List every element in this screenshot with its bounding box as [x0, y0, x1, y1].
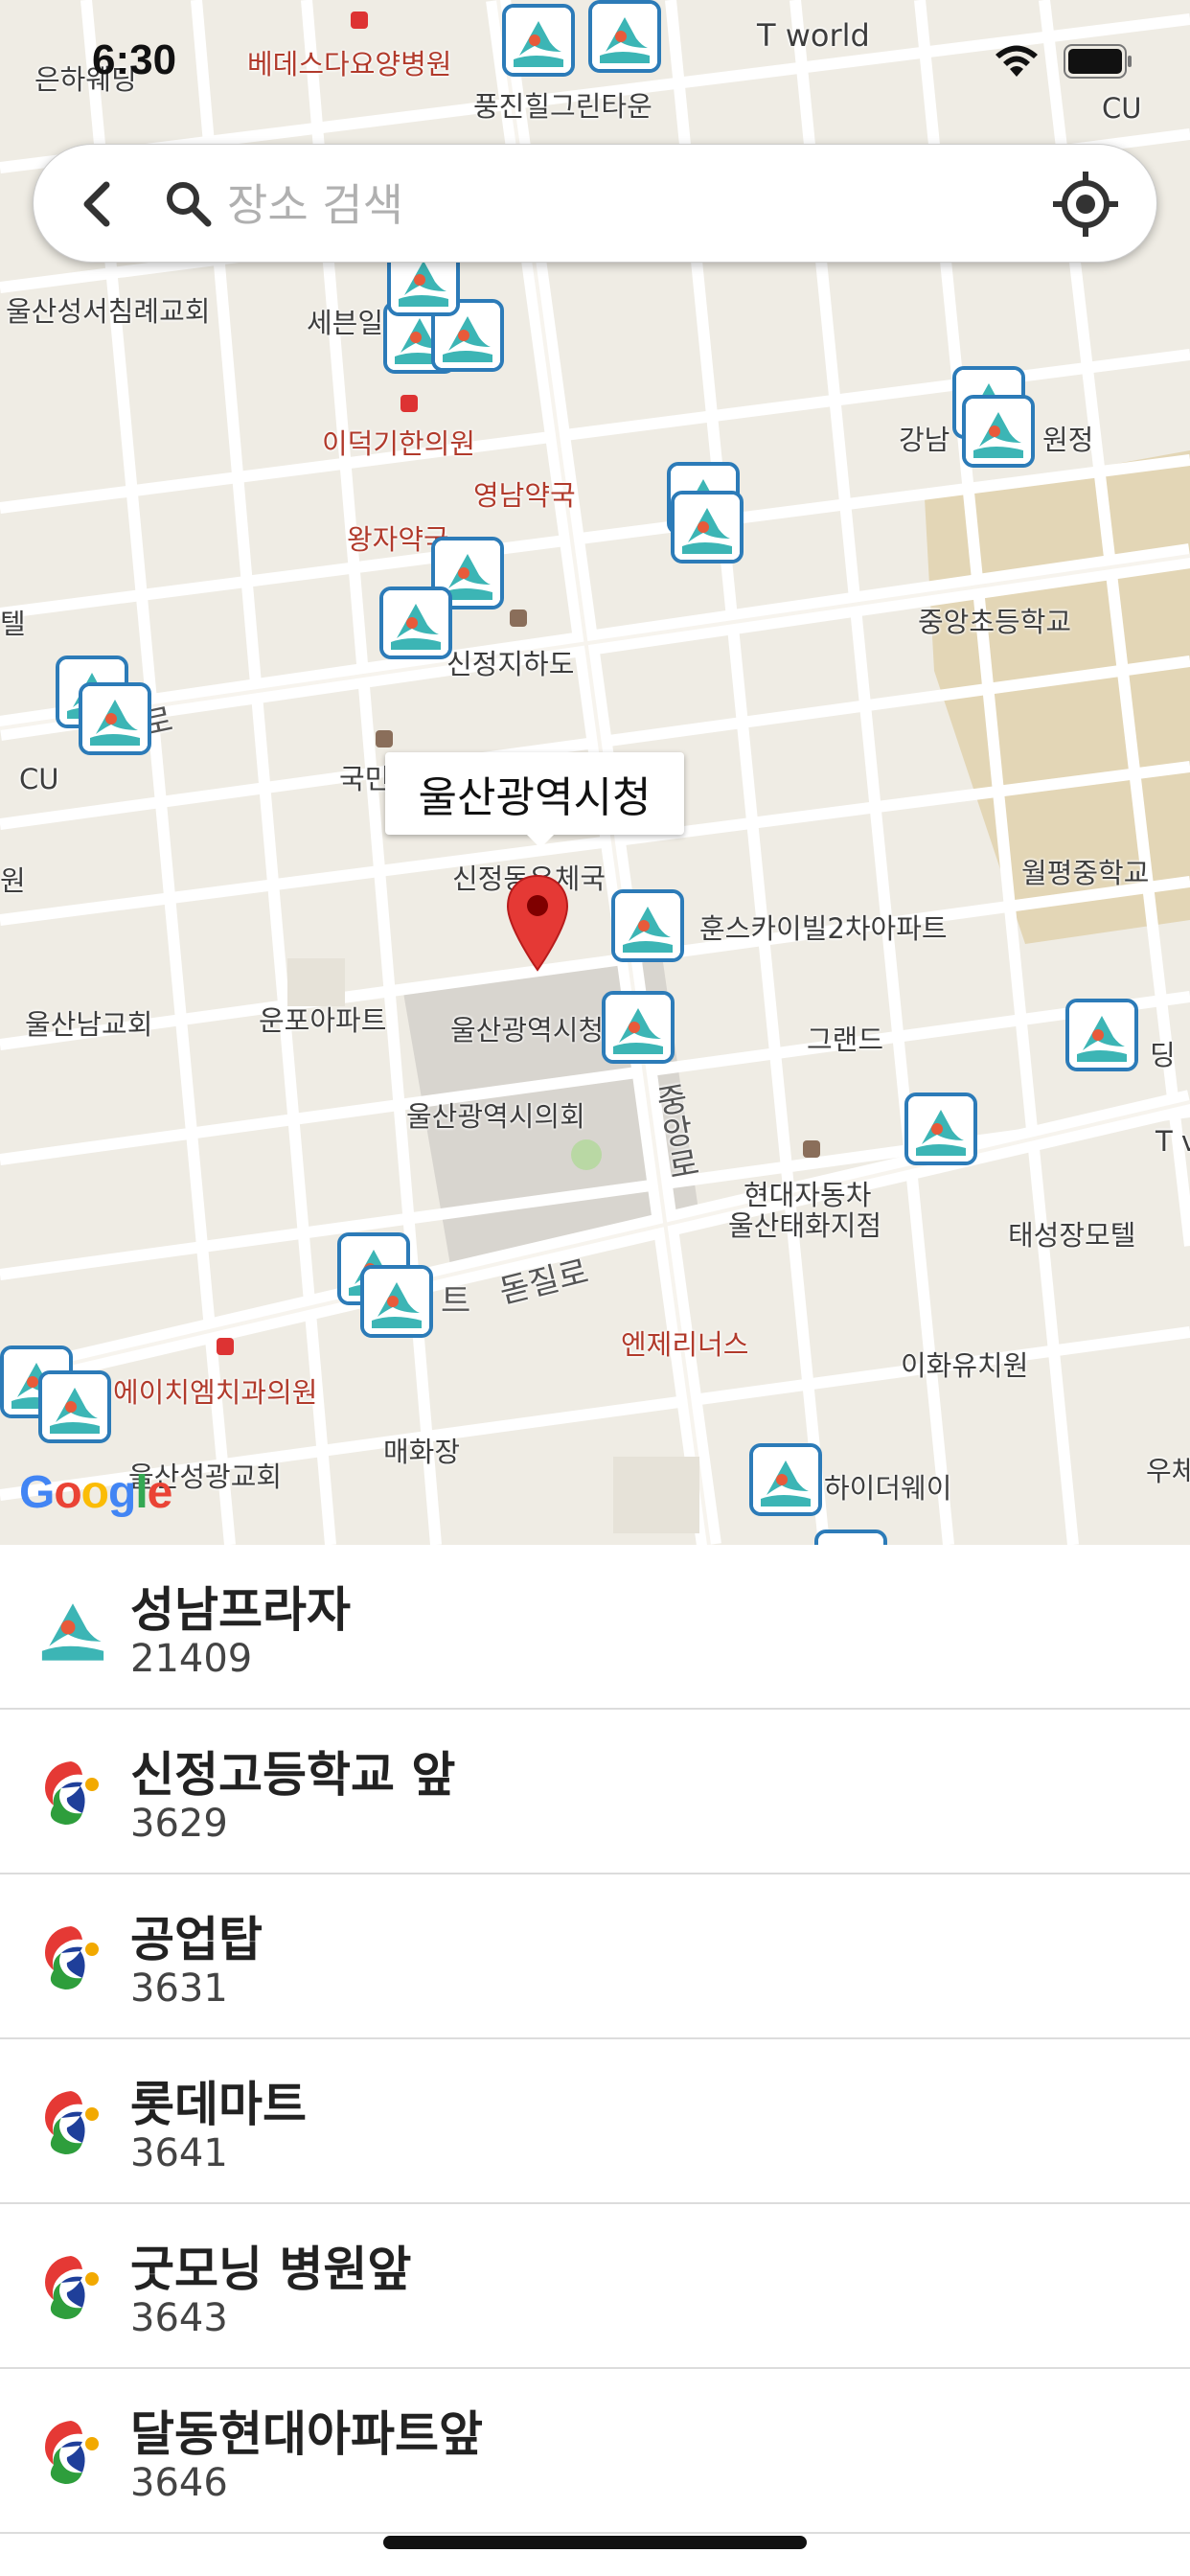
wifi-icon: [995, 45, 1038, 77]
list-item[interactable]: 달동현대아파트앞 3646: [0, 2369, 1190, 2534]
station-id: 3641: [130, 2131, 228, 2175]
station-marker-icon[interactable]: [814, 1530, 887, 1545]
map-label: 하이더웨이: [824, 1472, 952, 1505]
poi-dot: [803, 1140, 820, 1158]
chevron-left-icon[interactable]: [60, 166, 137, 242]
list-item[interactable]: 롯데마트 3641: [0, 2039, 1190, 2204]
map-label: T v: [1156, 1125, 1190, 1158]
map-label: T world: [757, 17, 870, 54]
poi-dot: [510, 610, 527, 627]
station-id: 3646: [130, 2461, 228, 2505]
map-label: CU: [1102, 92, 1142, 125]
map-label: 영남약국: [473, 479, 576, 512]
poi-dot: [351, 12, 368, 29]
station-name: 롯데마트: [130, 2077, 307, 2132]
search-icon: [167, 182, 212, 227]
map-label: 베데스다요양병원: [247, 48, 452, 80]
station-marker-icon[interactable]: [749, 1443, 822, 1516]
station-id: 3631: [130, 1966, 228, 2011]
station-marker-icon[interactable]: [588, 0, 661, 73]
station-marker-icon[interactable]: [79, 682, 151, 755]
station-id: 3629: [130, 1802, 228, 1846]
map-label: 딩: [1150, 1039, 1176, 1071]
map-label: 울산광역시청: [450, 1014, 605, 1046]
bus-stop-icon: [33, 1752, 113, 1832]
map-label: 이화유치원: [901, 1349, 1029, 1382]
map-label: 트: [441, 1282, 471, 1321]
map-label: 풍진힐그린타운: [473, 90, 652, 123]
map-label: 태성장모텔: [1008, 1219, 1136, 1252]
map-label: 운포아파트: [259, 1004, 387, 1037]
home-indicator: [383, 2536, 807, 2549]
status-time: 6:30: [92, 36, 177, 83]
map-label: 에이치엠치과의원: [113, 1376, 318, 1409]
map-label: 우체: [1146, 1455, 1190, 1487]
bus-stop-icon: [33, 2082, 113, 2162]
map-label: 원정: [1042, 424, 1094, 456]
poi-dot: [376, 730, 393, 748]
google-logo: Google: [19, 1467, 172, 1518]
station-marker-icon[interactable]: [379, 586, 452, 659]
station-marker-icon[interactable]: [611, 889, 684, 962]
bus-stop-icon: [33, 2411, 113, 2492]
station-marker-icon[interactable]: [602, 991, 675, 1064]
status-icons: [991, 42, 1133, 80]
station-name: 달동현대아파트앞: [130, 2406, 483, 2462]
map-label: 울산태화지점: [728, 1209, 882, 1242]
map-label: 울산남교회: [25, 1008, 153, 1041]
search-bar: [33, 144, 1157, 263]
station-name: 굿모닝 병원앞: [130, 2242, 412, 2297]
locate-icon[interactable]: [1051, 170, 1120, 239]
list-item[interactable]: 공업탑 3631: [0, 1874, 1190, 2039]
station-list: 성남프라자 21409 신정고등학교 앞 3629 공업탑 3631 롯데마트 …: [0, 1545, 1190, 2534]
map-label: 텔: [0, 608, 26, 640]
station-marker-icon[interactable]: [38, 1370, 111, 1443]
map-label: 월평중학교: [1021, 857, 1150, 889]
search-input[interactable]: [225, 164, 1034, 246]
station-id: 3643: [130, 2296, 228, 2340]
station-marker-icon[interactable]: [904, 1092, 977, 1165]
list-item[interactable]: 신정고등학교 앞 3629: [0, 1710, 1190, 1874]
bus-stop-icon: [33, 2246, 113, 2327]
map-label: 울산광역시의회: [406, 1100, 585, 1133]
bike-station-icon: [33, 1587, 113, 1668]
map-label: 엔제리너스: [621, 1328, 749, 1361]
map-label: CU: [19, 763, 59, 795]
poi-dot: [217, 1338, 234, 1355]
map-label: 그랜드: [807, 1024, 884, 1056]
station-name: 공업탑: [130, 1912, 263, 1967]
map-label: 매화장: [383, 1436, 461, 1468]
station-name: 신정고등학교 앞: [130, 1747, 456, 1803]
map-callout[interactable]: 울산광역시청: [385, 752, 684, 848]
bus-stop-icon: [33, 1917, 113, 1997]
station-id: 21409: [130, 1637, 253, 1681]
map-label: 이덕기한의원: [322, 427, 476, 460]
map-label: 국민: [339, 763, 391, 795]
map-label: 울산성서침례교회: [6, 295, 211, 328]
map-pin-icon[interactable]: [504, 874, 571, 979]
map-label: 중앙초등학교: [918, 606, 1072, 638]
map-label: 강남: [899, 424, 950, 456]
station-marker-icon[interactable]: [1065, 999, 1138, 1071]
list-item[interactable]: 성남프라자 21409: [0, 1545, 1190, 1710]
station-marker-icon[interactable]: [360, 1265, 433, 1338]
station-marker-icon[interactable]: [502, 4, 575, 77]
station-name: 성남프라자: [130, 1582, 351, 1638]
map-label: 훈스카이빌2차아파트: [699, 912, 948, 945]
battery-icon: [1064, 44, 1132, 79]
map-label: 신정지하도: [446, 648, 575, 680]
map-label: 원: [0, 864, 26, 897]
poi-dot: [400, 395, 418, 412]
station-marker-icon[interactable]: [671, 491, 744, 564]
map-label: 세븐일: [307, 307, 384, 339]
list-item[interactable]: 굿모닝 병원앞 3643: [0, 2204, 1190, 2369]
station-marker-icon[interactable]: [962, 395, 1035, 468]
